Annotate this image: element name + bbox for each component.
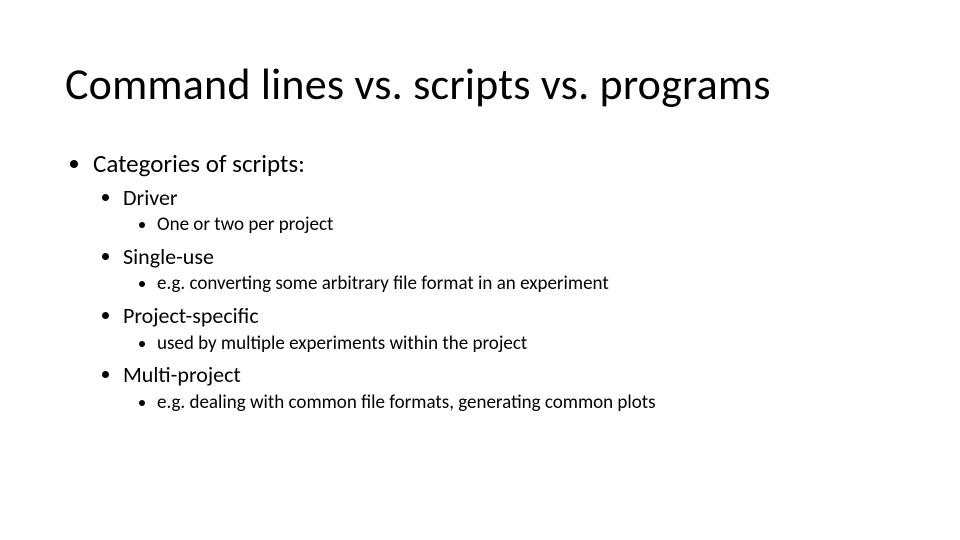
- list-item: Multi-project e.g. dealing with common f…: [123, 361, 895, 414]
- list-item-label: Project-specific: [123, 302, 259, 329]
- bullet-list-level-1: Categories of scripts: Driver One or two…: [65, 148, 895, 414]
- list-item-label: Driver: [123, 184, 178, 211]
- list-item-label: Multi-project: [123, 361, 241, 388]
- list-item-label: One or two per project: [157, 213, 333, 236]
- bullet-list-level-2: Driver One or two per project Single-use…: [93, 184, 895, 415]
- list-item: Driver One or two per project: [123, 184, 895, 237]
- list-item-label: Categories of scripts:: [93, 148, 305, 179]
- bullet-list-level-3: One or two per project: [123, 213, 895, 237]
- list-item-label: Single-use: [123, 243, 214, 270]
- slide: Command lines vs. scripts vs. programs C…: [0, 0, 960, 540]
- bullet-list-level-3: e.g. dealing with common file formats, g…: [123, 391, 895, 415]
- list-item: e.g. converting some arbitrary file form…: [157, 272, 895, 296]
- list-item: Single-use e.g. converting some arbitrar…: [123, 243, 895, 296]
- list-item-label: e.g. converting some arbitrary file form…: [157, 272, 609, 295]
- slide-title: Command lines vs. scripts vs. programs: [65, 60, 895, 108]
- list-item: used by multiple experiments within the …: [157, 332, 895, 356]
- list-item: Project-specific used by multiple experi…: [123, 302, 895, 355]
- list-item-label: e.g. dealing with common file formats, g…: [157, 391, 656, 414]
- list-item: Categories of scripts: Driver One or two…: [93, 148, 895, 414]
- list-item: One or two per project: [157, 213, 895, 237]
- list-item: e.g. dealing with common file formats, g…: [157, 391, 895, 415]
- list-item-label: used by multiple experiments within the …: [157, 332, 527, 355]
- bullet-list-level-3: used by multiple experiments within the …: [123, 332, 895, 356]
- bullet-list-level-3: e.g. converting some arbitrary file form…: [123, 272, 895, 296]
